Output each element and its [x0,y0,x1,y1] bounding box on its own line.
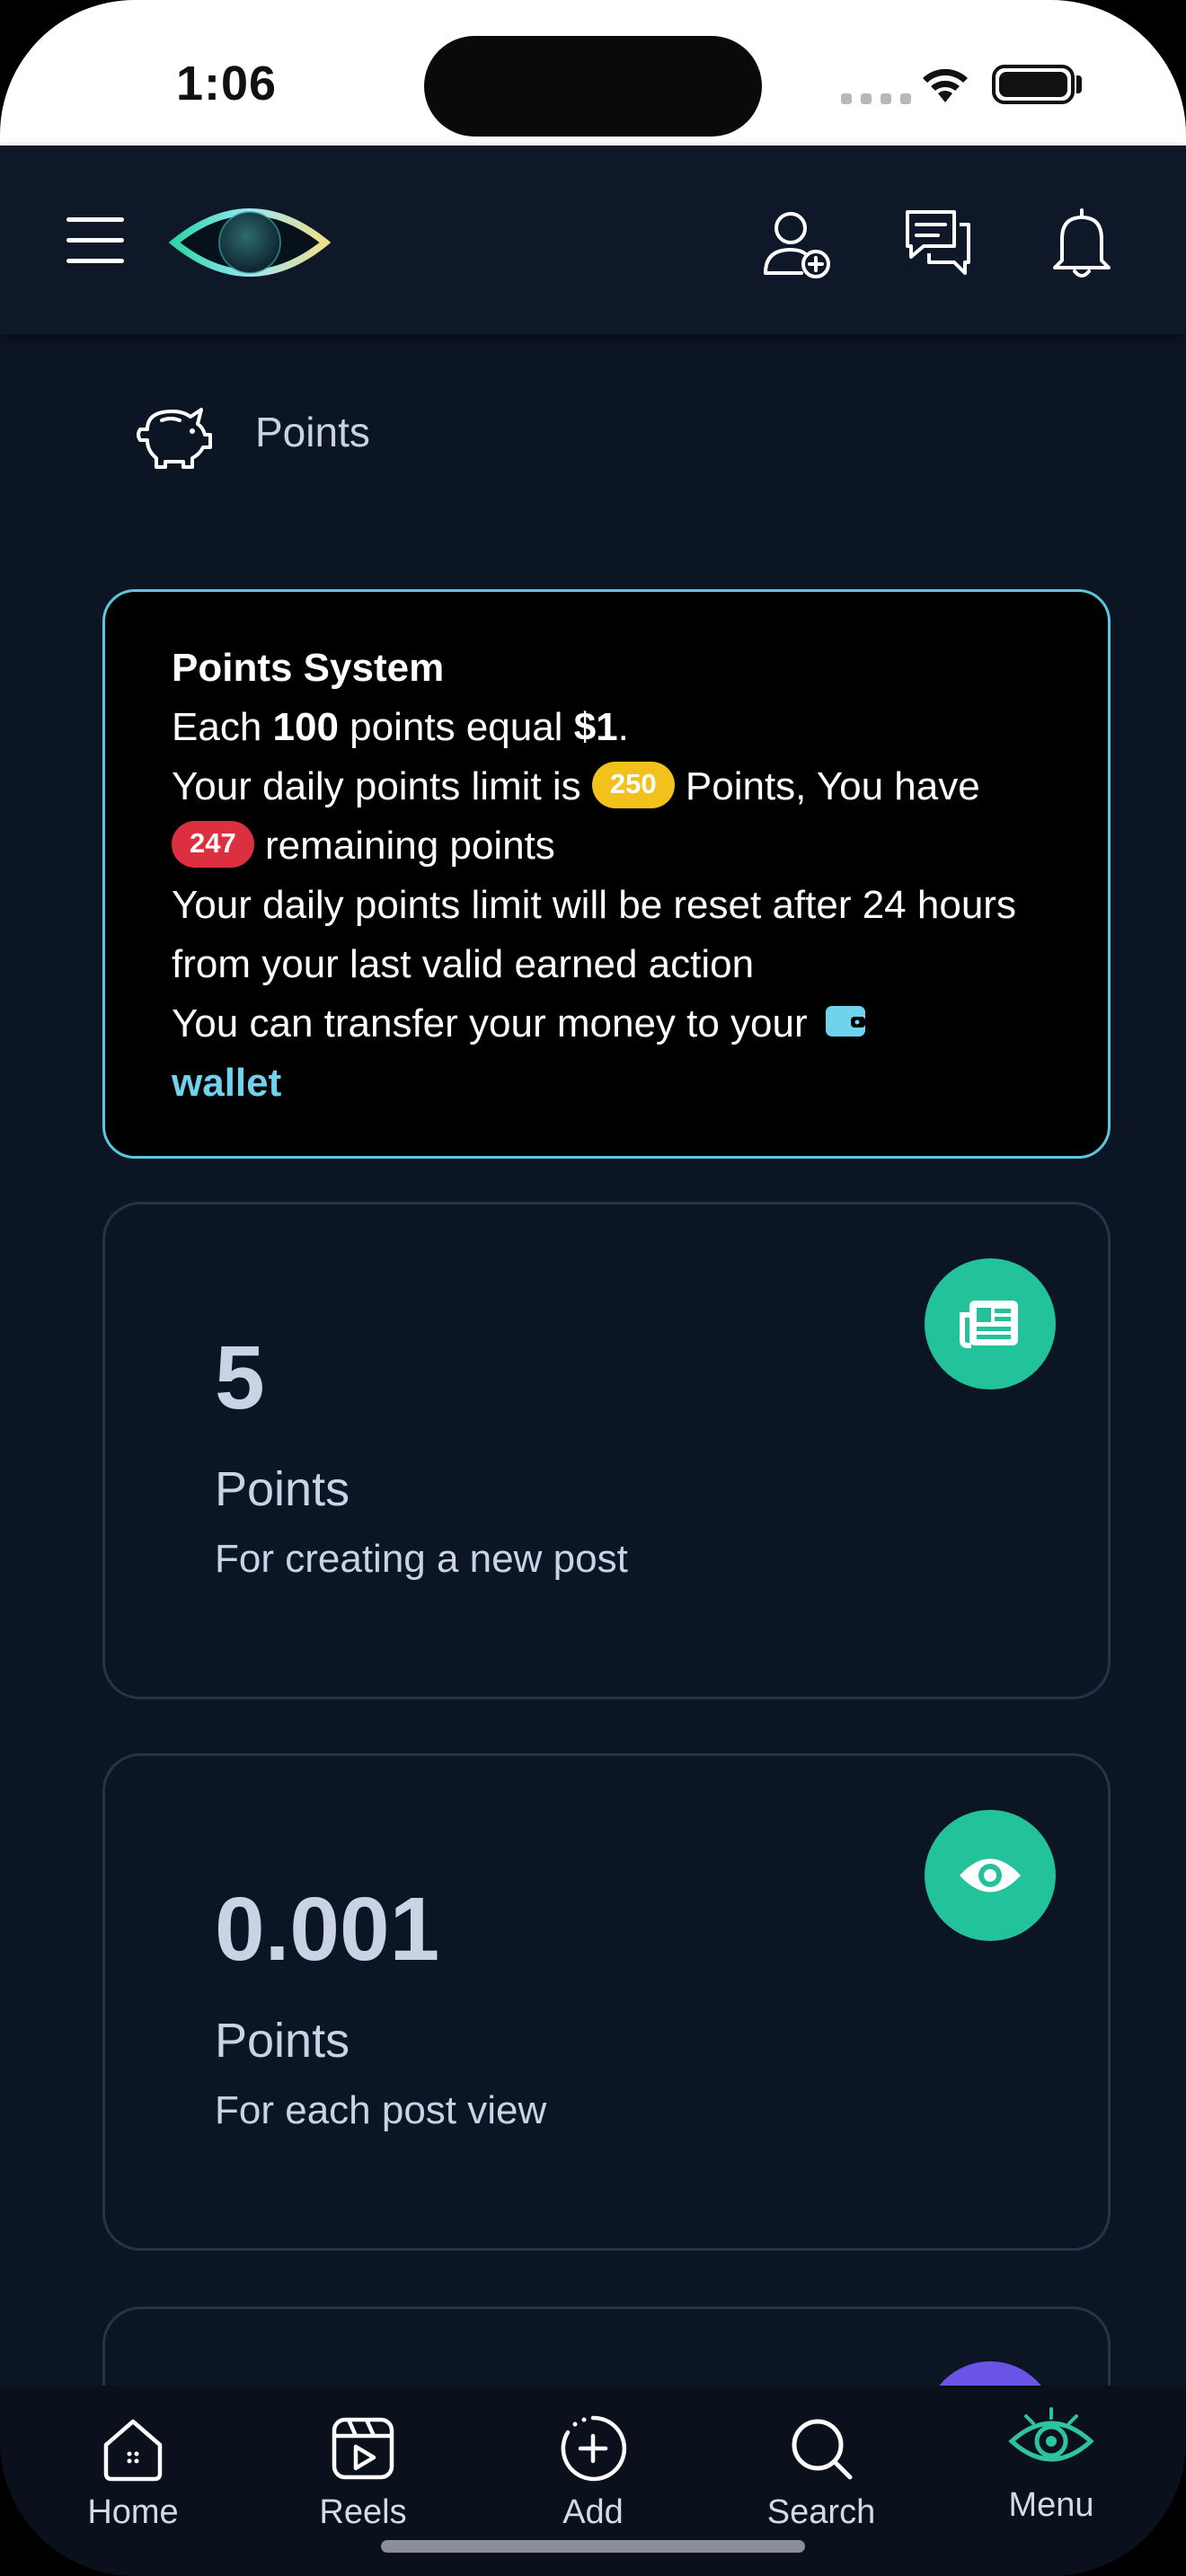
phone-screen: 1:06 Points Points System Each 100 point… [0,0,1186,2576]
nav-menu-label: Menu [1008,2486,1094,2524]
points-rule-card-view: 0.001 Points For each post view [102,1753,1111,2251]
newspaper-icon [925,1258,1056,1389]
conversion-suffix: . [617,705,629,749]
nav-search[interactable]: Search [731,2413,911,2532]
nav-reels[interactable]: Reels [273,2413,453,2532]
points-info-card: Points System Each 100 points equal $1. … [102,589,1111,1159]
eye-icon [925,1810,1056,1941]
points-unit: Points [215,2014,350,2068]
points-value: 0.001 [215,1879,440,1980]
conversion-points: 100 [272,705,339,749]
piggy-bank-icon [137,408,212,469]
nav-search-label: Search [766,2493,876,2531]
transfer-prefix: You can transfer your money to your [172,1001,819,1045]
conversion-mid: points equal [338,705,574,749]
remaining-points-badge: 247 [172,821,254,869]
nav-add[interactable]: Add [503,2413,683,2532]
home-indicator[interactable] [381,2540,805,2553]
status-bar: 1:06 [0,0,1186,146]
add-friend-icon[interactable] [760,205,836,280]
points-description: For each post view [215,2088,547,2132]
reels-icon [332,2417,394,2480]
wallet-link[interactable]: wallet [172,1061,281,1105]
hamburger-menu-icon[interactable] [66,217,124,263]
limit-suffix: Points, You have [674,764,980,808]
nav-home-label: Home [87,2493,179,2531]
messages-icon[interactable] [900,205,976,280]
points-description: For creating a new post [215,1537,628,1581]
points-rule-card-post: 5 Points For creating a new post [102,1202,1111,1699]
nav-reels-label: Reels [319,2493,407,2531]
points-unit: Points [215,1462,350,1516]
daily-limit-text: Your daily points limit is 250 Points, Y… [172,757,1041,876]
conversion-prefix: Each [172,705,273,749]
points-conversion: Each 100 points equal $1. [172,698,1041,757]
page-title: Points [255,409,370,455]
transfer-text: You can transfer your money to your wall… [172,994,1041,1113]
home-icon [103,2419,163,2482]
dynamic-island [424,36,762,137]
conversion-value: $1 [573,705,618,749]
daily-limit-badge: 250 [591,762,675,809]
app-header [0,146,1186,334]
nav-add-label: Add [562,2493,624,2531]
wifi-icon [923,68,968,102]
eye-logo[interactable] [169,199,331,286]
battery-tip [1076,75,1082,93]
points-value: 5 [215,1328,265,1428]
search-icon [792,2419,853,2480]
status-time: 1:06 [176,57,278,110]
nav-menu[interactable]: Menu [961,2405,1141,2525]
nav-home[interactable]: Home [43,2413,223,2532]
remaining-suffix: remaining points [253,824,555,868]
cellular-signal-icon [841,93,911,104]
notifications-bell-icon[interactable] [1044,205,1120,280]
reset-text: Your daily points limit will be reset af… [172,883,1016,986]
limit-prefix: Your daily points limit is [172,764,592,808]
add-icon [561,2415,627,2482]
info-title: Points System [172,646,445,690]
battery-icon [992,65,1075,104]
wallet-icon [825,1006,865,1037]
eye-logo-icon [1008,2407,1094,2462]
